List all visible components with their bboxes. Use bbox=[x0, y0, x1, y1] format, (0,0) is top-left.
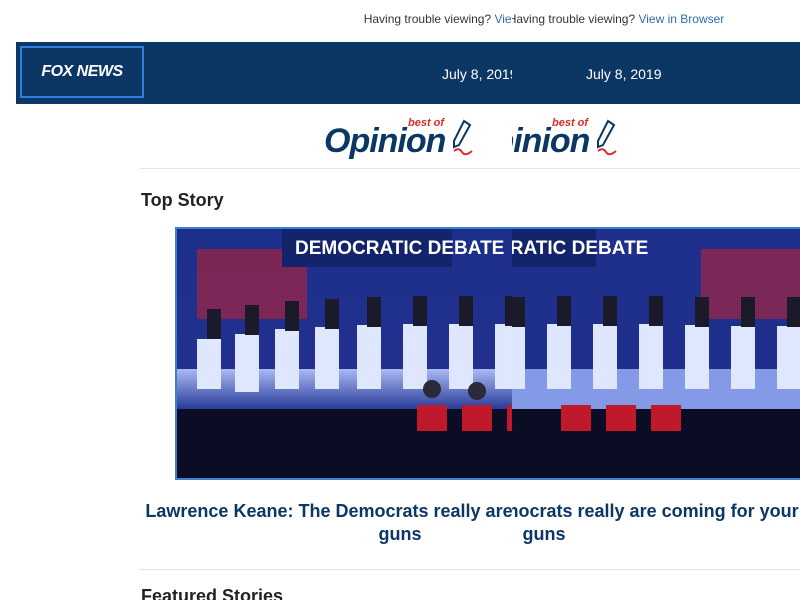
pen-icon bbox=[597, 119, 617, 156]
featured-stories-heading: Featured Stories bbox=[141, 586, 284, 600]
issue-date: July 8, 2019 bbox=[442, 66, 518, 82]
opinion-label: Opinion bbox=[324, 122, 446, 160]
top-story-heading: Top Story bbox=[141, 190, 224, 210]
pen-icon bbox=[453, 119, 473, 156]
debate-caption: DEMOCRATIC DEBATE bbox=[295, 238, 504, 259]
fox-news-logo[interactable]: FOX NEWS bbox=[20, 46, 144, 98]
preheader-text: Having trouble viewing? bbox=[363, 12, 492, 26]
issue-date: July 8, 2019 bbox=[586, 66, 662, 82]
preheader-text: Having trouble viewing? bbox=[507, 12, 636, 26]
best-of-opinion-banner: best of Opinion bbox=[324, 116, 474, 166]
logo-text: FOX NEWS bbox=[41, 63, 123, 80]
view-in-browser-link[interactable]: View in Browser bbox=[638, 12, 724, 26]
